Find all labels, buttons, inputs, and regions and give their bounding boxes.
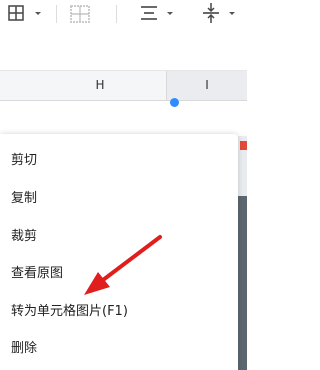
table-grid-icon bbox=[8, 5, 24, 21]
merge-cells-icon bbox=[70, 5, 90, 23]
column-header-h[interactable]: H bbox=[34, 71, 167, 100]
toolbar-divider bbox=[116, 5, 117, 23]
menu-item-copy[interactable]: 复制 bbox=[0, 181, 236, 217]
selection-handle[interactable] bbox=[170, 98, 179, 107]
column-header-row: H I bbox=[0, 71, 247, 101]
dropdown-caret-icon bbox=[229, 12, 235, 15]
toolbar-divider bbox=[56, 5, 57, 23]
formula-bar-area bbox=[0, 28, 247, 71]
embedded-image-edge-red bbox=[240, 141, 247, 150]
menu-item-cut[interactable]: 剪切 bbox=[0, 143, 236, 179]
menu-item-view-original[interactable]: 查看原图 bbox=[0, 256, 236, 292]
embedded-image-edge-dark bbox=[238, 196, 247, 370]
align-center-button[interactable] bbox=[136, 0, 162, 28]
vertical-center-icon bbox=[203, 3, 219, 23]
merge-cells-button[interactable] bbox=[66, 0, 94, 28]
toolbar bbox=[0, 0, 247, 28]
vertical-center-button[interactable] bbox=[198, 0, 224, 28]
menu-item-crop[interactable]: 裁剪 bbox=[0, 219, 236, 255]
column-header-i[interactable]: I bbox=[167, 71, 247, 100]
align-center-dropdown[interactable] bbox=[164, 0, 176, 28]
menu-item-convert-to-cell-image[interactable]: 转为单元格图片(F1) bbox=[0, 294, 236, 330]
align-center-icon bbox=[141, 6, 157, 20]
dropdown-caret-icon bbox=[167, 12, 173, 15]
menu-item-delete[interactable]: 删除 bbox=[0, 331, 236, 367]
dropdown-caret-icon bbox=[35, 12, 41, 15]
context-menu: 剪切 复制 裁剪 查看原图 转为单元格图片(F1) 删除 bbox=[0, 134, 238, 370]
vertical-center-dropdown[interactable] bbox=[226, 0, 238, 28]
table-grid-button[interactable] bbox=[4, 0, 28, 28]
table-grid-dropdown[interactable] bbox=[32, 0, 44, 28]
